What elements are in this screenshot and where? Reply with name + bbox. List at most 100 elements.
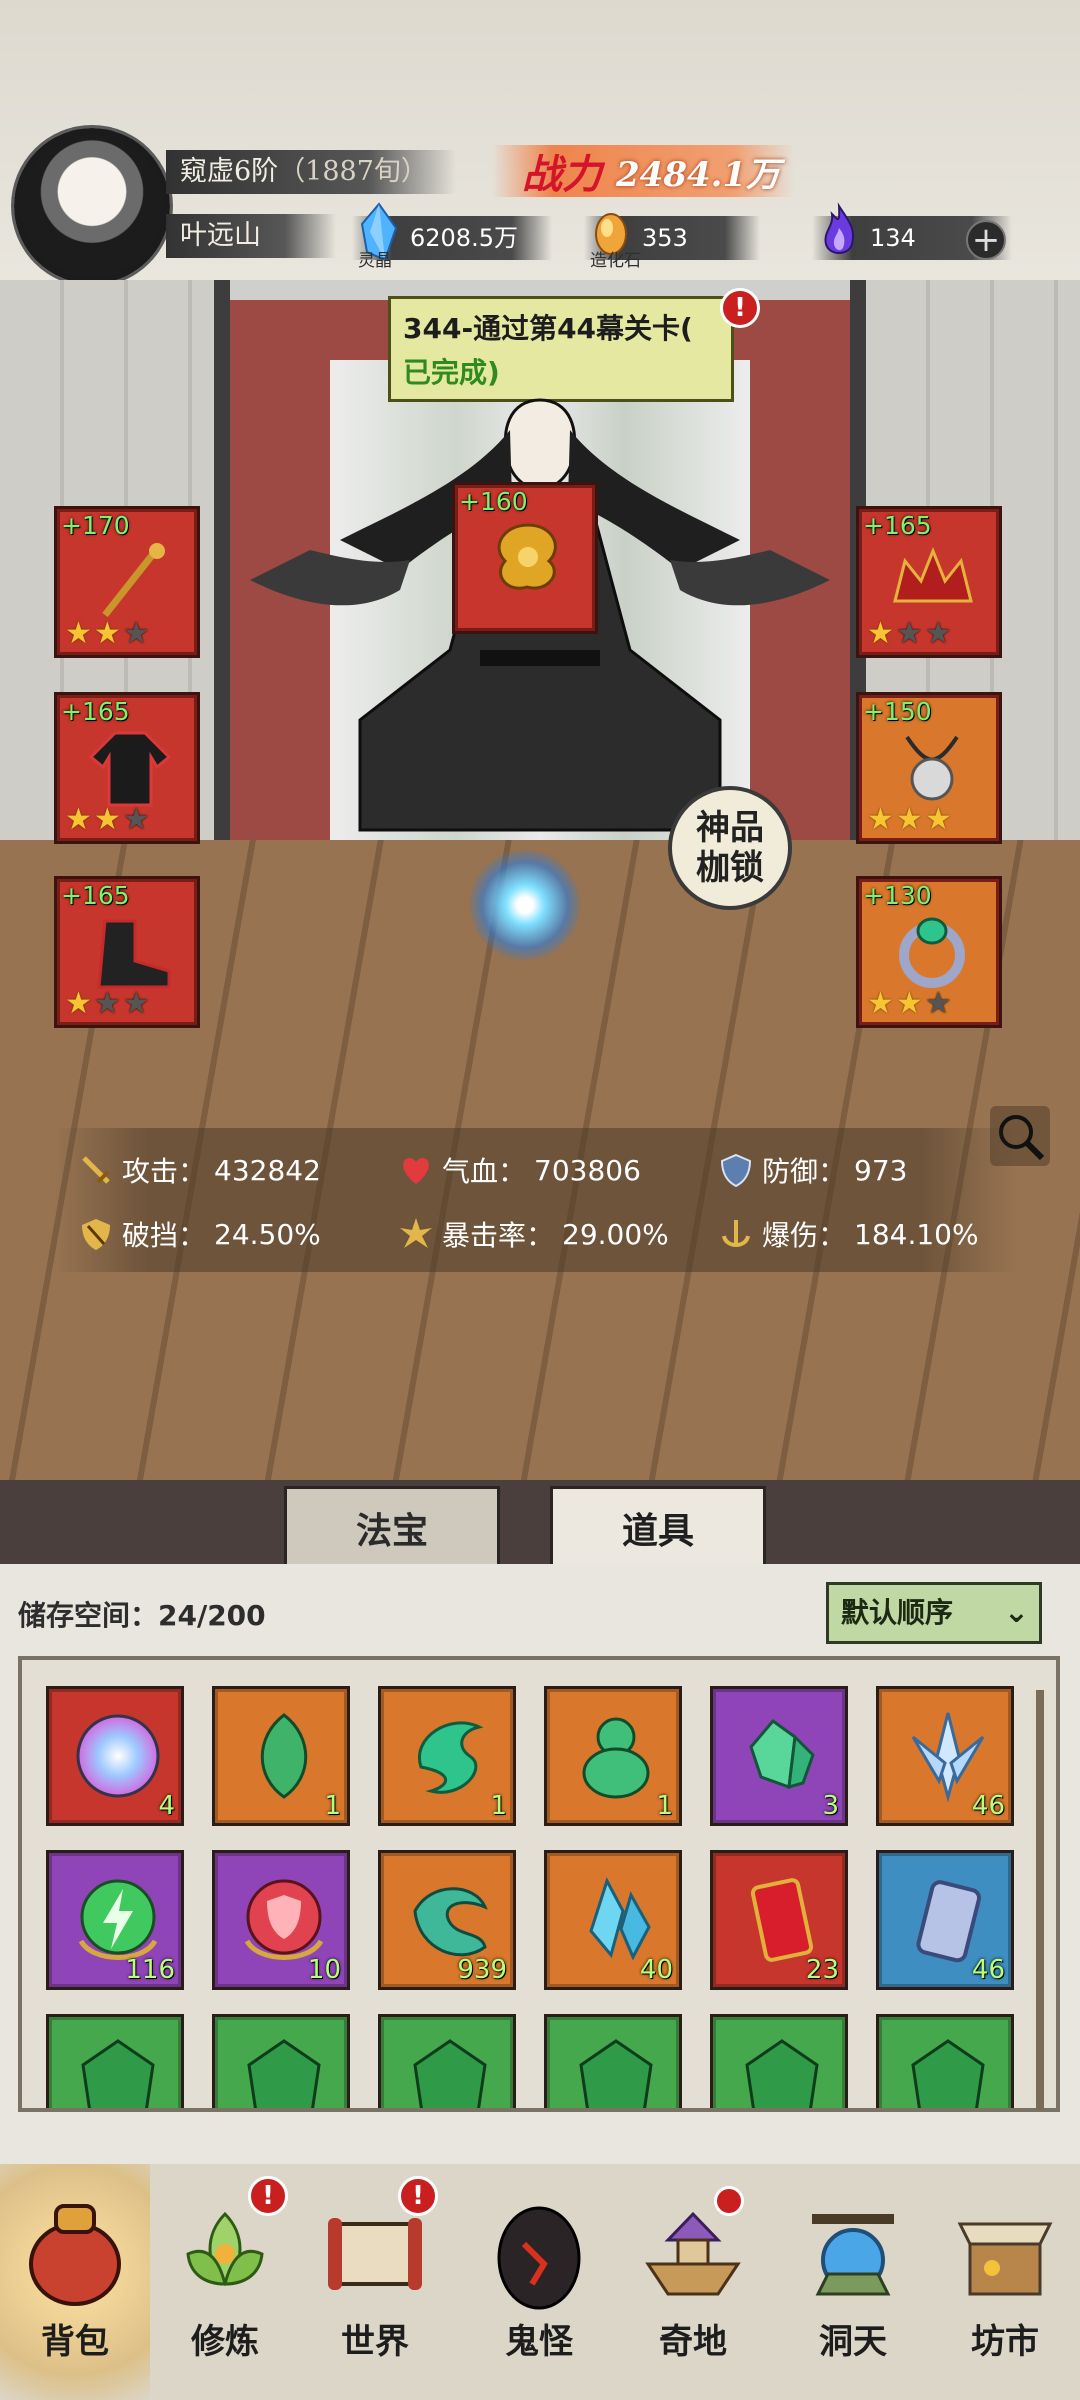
inventory-item[interactable]: 23 (710, 1850, 848, 1990)
equip-slot-right-3[interactable]: +130 ★ ★ ★ (856, 876, 1002, 1028)
alert-badge-icon: ! (248, 2176, 288, 2216)
stats-panel: 攻击： 432842 气血： 703806 防御： 973 破挡： 24.50% 暴击率… (54, 1128, 1016, 1272)
add-resource-button[interactable]: + (966, 220, 1006, 260)
sort-dropdown[interactable]: 默认顺序 ⌄ (826, 1582, 1042, 1644)
tab-strip (0, 1480, 1080, 1564)
inventory-item[interactable] (876, 2014, 1014, 2108)
zaohua-caption: 造化石 (590, 251, 641, 271)
inventory-item[interactable]: 1 (212, 1686, 350, 1826)
star-rating: ★ ★ ★ (867, 616, 952, 651)
amulet-icon (905, 735, 959, 801)
inventory-grid[interactable]: 4 1 1 1 3 46 116 10 939 40 23 46 (18, 1656, 1060, 2112)
green-token-icon (413, 2039, 487, 2108)
robe-icon (88, 731, 172, 807)
crit-burst-icon (400, 1218, 432, 1248)
stat-attack: 攻击： 432842 (78, 1150, 321, 1190)
anchor-icon (722, 1220, 750, 1247)
stat-defense-label: 防御： (762, 1155, 847, 1188)
inventory-item[interactable]: 4 (46, 1686, 184, 1826)
stat-hp-value: 703806 (534, 1153, 641, 1187)
star-rating: ★ ★ ★ (65, 986, 150, 1021)
nav-bag[interactable]: 背包 (0, 2164, 150, 2400)
spirit-orb (470, 850, 580, 960)
green-crystal-icon (749, 1718, 815, 1790)
stat-break-value: 24.50% (214, 1217, 321, 1251)
nav-wonderland[interactable]: 奇地 (618, 2164, 768, 2400)
age-text: （1887旬） (278, 156, 428, 187)
equip-level: +150 (863, 697, 932, 726)
quest-alert-icon: ! (720, 288, 760, 328)
nav-world[interactable]: ! 世界 (300, 2164, 450, 2400)
stat-break-label: 破挡： (122, 1219, 207, 1252)
golden-cloud-icon (497, 523, 557, 590)
equip-level: +130 (863, 881, 932, 910)
stat-defense: 防御： 973 (718, 1150, 907, 1190)
nav-ghosts[interactable]: 鬼怪 (464, 2164, 614, 2400)
nav-ghosts-label: 鬼怪 (505, 2322, 573, 2362)
inventory-item[interactable]: 1 (544, 1686, 682, 1826)
stat-defense-value: 973 (854, 1153, 908, 1187)
nav-cave-heaven[interactable]: 洞天 (778, 2164, 928, 2400)
tab-items[interactable]: 道具 (550, 1486, 766, 1570)
stat-attack-label: 攻击： (122, 1155, 207, 1188)
item-count: 10 (307, 1955, 341, 1985)
stat-crit-rate-label: 暴击率： (442, 1219, 555, 1252)
inventory-item[interactable] (710, 2014, 848, 2108)
equip-slot-left-2[interactable]: +165 ★ ★ ★ (54, 692, 200, 844)
green-token-icon (81, 2039, 155, 2108)
purple-flame-icon (824, 202, 854, 254)
quest-banner[interactable]: 344-通过第44幕关卡( 已完成) (388, 296, 734, 402)
equip-slot-right-2[interactable]: +150 ★ ★ ★ (856, 692, 1002, 844)
item-count: 3 (822, 1791, 839, 1821)
realm-bar: 窥虚6阶（1887旬） (166, 150, 456, 194)
nav-cultivate-label: 修炼 (191, 2322, 259, 2362)
alert-badge-icon: ! (398, 2176, 438, 2216)
green-leaf-gem-icon (260, 1713, 308, 1799)
stat-hp-label: 气血： (442, 1155, 527, 1188)
equip-slot-center[interactable]: +160 (452, 482, 598, 634)
player-name-text: 叶远山 (180, 220, 261, 251)
inventory-item[interactable] (46, 2014, 184, 2108)
inventory-item[interactable]: 10 (212, 1850, 350, 1990)
chevron-down-icon: ⌄ (1003, 1595, 1029, 1630)
inventory-item[interactable] (378, 2014, 516, 2108)
inventory-item[interactable]: 46 (876, 1850, 1014, 1990)
star-rating: ★ ★ ★ (867, 802, 952, 837)
green-token-icon (247, 2039, 321, 2108)
inventory-item[interactable]: 3 (710, 1686, 848, 1826)
stat-crit-damage-value: 184.10% (854, 1217, 979, 1251)
inventory-item[interactable]: 116 (46, 1850, 184, 1990)
inventory-item[interactable]: 1 (378, 1686, 516, 1826)
stat-attack-value: 432842 (214, 1153, 321, 1187)
inventory-item[interactable] (544, 2014, 682, 2108)
equip-level: +170 (61, 511, 130, 540)
resource-zaohua[interactable]: 353 造化石 (584, 213, 760, 270)
equip-level: +165 (61, 697, 130, 726)
player-avatar[interactable] (14, 128, 170, 284)
alert-dot-icon (714, 2186, 744, 2216)
combat-power-value: 2484.1万 (616, 154, 781, 195)
equip-slot-right-1[interactable]: +165 ★ ★ ★ (856, 506, 1002, 658)
inventory-scrollbar[interactable] (1036, 1690, 1044, 2110)
nav-cultivate[interactable]: ! 修炼 (150, 2164, 300, 2400)
soul-value: 134 (870, 224, 916, 252)
stat-crit-rate-value: 29.00% (562, 1217, 669, 1251)
tab-treasures[interactable]: 法宝 (284, 1486, 500, 1570)
item-count: 40 (639, 1955, 673, 1985)
inventory-item[interactable]: 40 (544, 1850, 682, 1990)
inventory-item[interactable]: 46 (876, 1686, 1014, 1826)
inventory-item[interactable]: 939 (378, 1850, 516, 1990)
player-name: 叶远山 (166, 214, 336, 258)
inventory-item[interactable] (212, 2014, 350, 2108)
equip-level: +160 (459, 487, 528, 516)
divine-shackle-badge[interactable]: 神品 枷锁 (668, 786, 792, 910)
equip-slot-left-1[interactable]: +170 ★ ★ ★ (54, 506, 200, 658)
nav-bag-label: 背包 (41, 2322, 109, 2362)
item-count: 4 (158, 1791, 175, 1821)
green-token-icon (579, 2039, 653, 2108)
resource-lingjing[interactable]: 6208.5万 灵晶 (352, 202, 552, 270)
nav-market[interactable]: 坊市 (930, 2164, 1080, 2400)
shackle-badge-line2: 枷锁 (696, 848, 764, 888)
equip-slot-left-3[interactable]: +165 ★ ★ ★ (54, 876, 200, 1028)
jade-gourd-icon (582, 1717, 650, 1799)
